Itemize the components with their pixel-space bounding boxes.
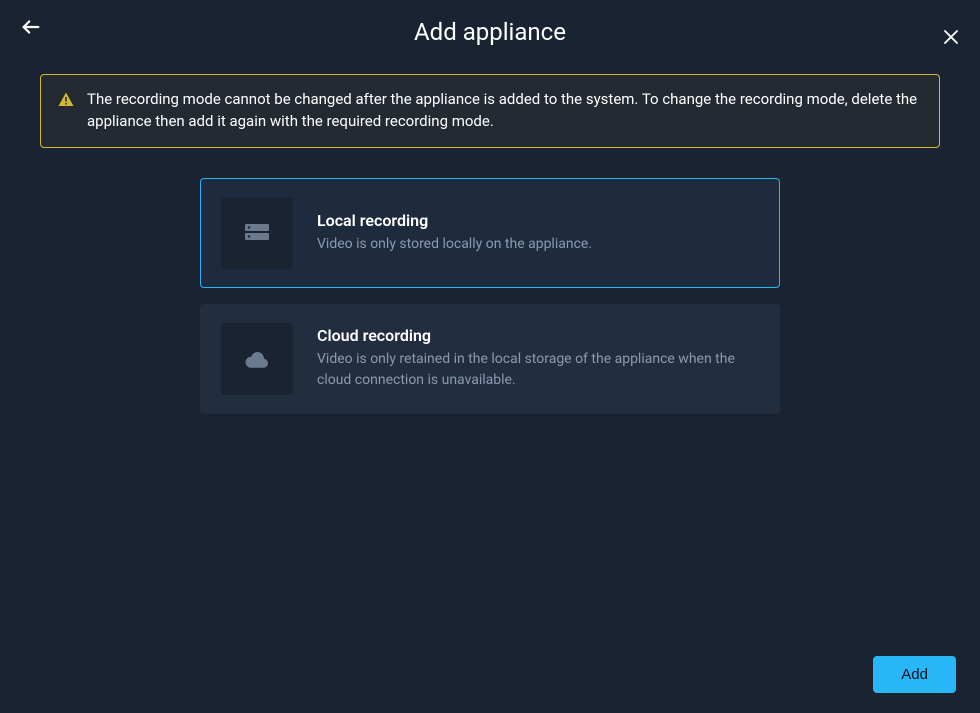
- warning-banner: The recording mode cannot be changed aft…: [40, 74, 940, 148]
- option-content: Local recording Video is only stored loc…: [317, 211, 592, 255]
- close-icon: [942, 28, 960, 46]
- dialog-header: Add appliance: [0, 0, 980, 64]
- add-button[interactable]: Add: [873, 656, 956, 693]
- dialog-footer: Add: [873, 656, 956, 693]
- option-title: Local recording: [317, 211, 592, 230]
- option-local-recording[interactable]: Local recording Video is only stored loc…: [200, 178, 780, 288]
- option-icon-box: [221, 197, 293, 269]
- dialog-title: Add appliance: [414, 18, 566, 46]
- option-cloud-recording[interactable]: Cloud recording Video is only retained i…: [200, 304, 780, 414]
- recording-options: Local recording Video is only stored loc…: [200, 178, 780, 414]
- option-title: Cloud recording: [317, 326, 759, 345]
- warning-text: The recording mode cannot be changed aft…: [87, 89, 923, 133]
- warning-icon: [57, 91, 75, 113]
- option-description: Video is only retained in the local stor…: [317, 349, 759, 391]
- arrow-left-icon: [20, 16, 42, 38]
- option-content: Cloud recording Video is only retained i…: [317, 326, 759, 391]
- option-icon-box: [221, 323, 293, 395]
- option-description: Video is only stored locally on the appl…: [317, 234, 592, 255]
- close-button[interactable]: [942, 28, 960, 46]
- cloud-icon: [244, 350, 270, 368]
- storage-icon: [245, 224, 269, 242]
- back-button[interactable]: [20, 16, 42, 38]
